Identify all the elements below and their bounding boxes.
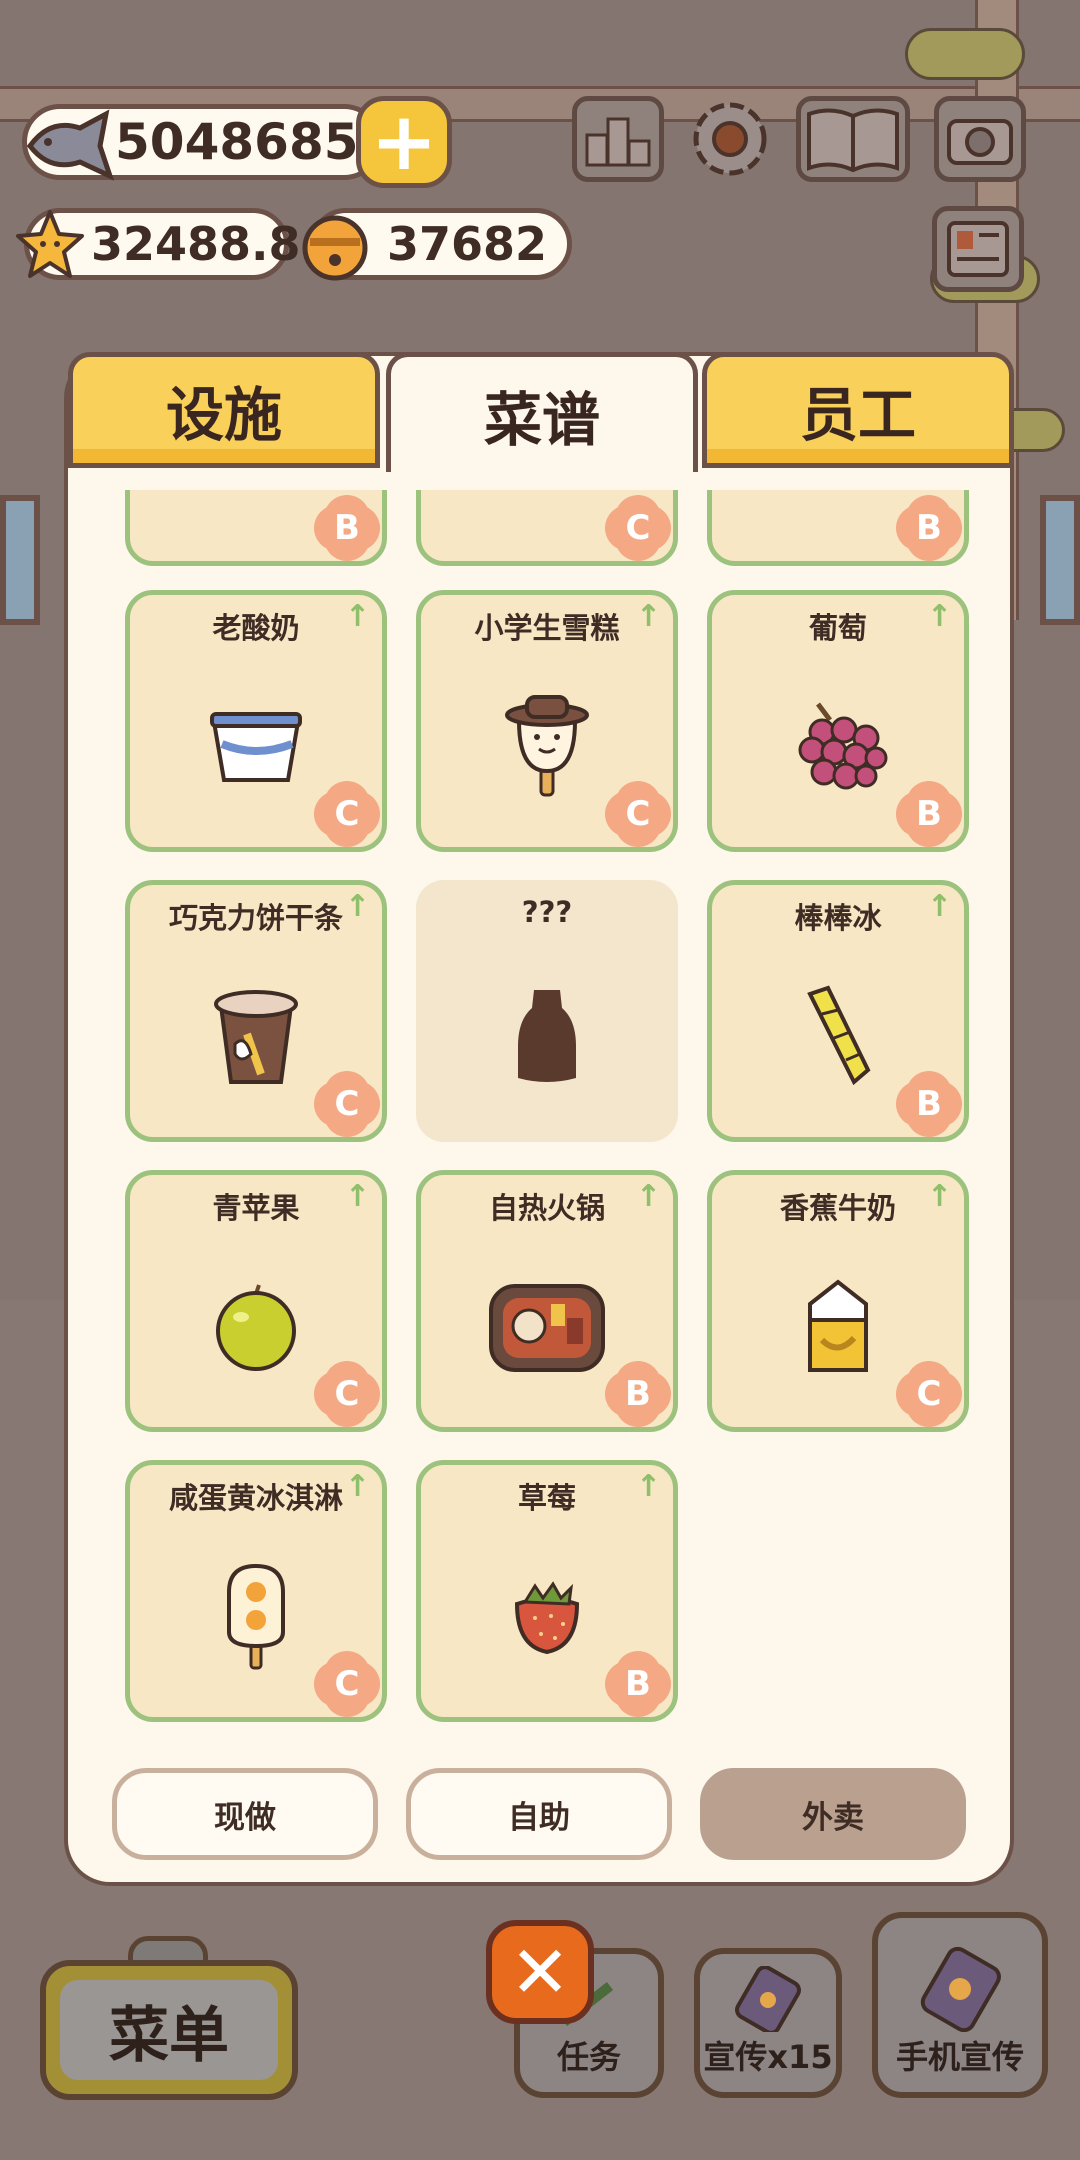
recipe-card[interactable]: 自热火锅 ↑ B — [416, 1170, 678, 1432]
grape-icon — [798, 702, 888, 790]
tab-recipes[interactable]: 菜谱 — [386, 352, 698, 472]
tab-label: 设施 — [165, 381, 282, 449]
grade-badge: B — [902, 501, 956, 555]
popsicle-face-icon — [505, 695, 589, 797]
chocolate-stick-icon — [214, 990, 298, 1085]
grade-badge: C — [611, 787, 665, 841]
background-window — [1040, 495, 1080, 625]
tab-facilities[interactable]: 设施 — [68, 352, 380, 468]
phone-promo-button[interactable]: 手机宣传 — [872, 1912, 1048, 2098]
plus-icon: + — [370, 95, 438, 188]
filter-label: 现做 — [214, 1799, 276, 1836]
close-button[interactable]: ✕ — [486, 1920, 594, 2024]
tab-label: 菜谱 — [483, 385, 600, 454]
background-vine — [905, 28, 1025, 80]
recipe-card[interactable]: B — [707, 490, 969, 566]
menu-button[interactable]: 菜单 — [40, 1960, 298, 2100]
upgrade-arrow-icon: ↑ — [344, 599, 370, 634]
recipe-card[interactable]: 草莓 ↑ B — [416, 1460, 678, 1722]
upgrade-arrow-icon: ↑ — [635, 599, 661, 634]
upgrade-arrow-icon: ↑ — [635, 1179, 661, 1214]
tab-staff[interactable]: 员工 — [702, 352, 1014, 468]
background-window — [0, 495, 40, 625]
filter-dine-in-button[interactable]: 现做 — [112, 1768, 378, 1860]
grade-badge: B — [320, 501, 374, 555]
grade-badge: B — [902, 787, 956, 841]
recipe-card[interactable]: 老酸奶 ↑ C — [125, 590, 387, 852]
hotpot-icon — [489, 1284, 605, 1373]
phone-promo-label: 手机宣传 — [895, 2038, 1024, 2076]
recipe-card-locked[interactable]: ??? — [416, 880, 678, 1142]
promo-button[interactable]: 宣传x15 — [694, 1948, 842, 2098]
grade-badge: C — [320, 1367, 374, 1421]
camera-button[interactable] — [934, 96, 1026, 182]
tab-label: 员工 — [799, 381, 916, 449]
recipe-card[interactable]: 小学生雪糕 ↑ C — [416, 590, 678, 852]
strawberry-icon — [514, 1581, 580, 1655]
star-count: 32488.8 — [91, 217, 301, 271]
recipe-card[interactable]: 香蕉牛奶 ↑ C — [707, 1170, 969, 1432]
filter-label: 自助 — [508, 1799, 570, 1836]
recipe-grid[interactable]: B C B 老酸奶 ↑ C 小学生雪糕 ↑ C 葡萄 ↑ B 巧克力饼干条 ↑ … — [68, 490, 1010, 1740]
grade-badge: B — [611, 1367, 665, 1421]
menu-label: 菜单 — [60, 1980, 278, 2080]
add-fish-button[interactable]: + — [356, 96, 452, 188]
grade-badge: B — [902, 1077, 956, 1131]
grade-badge: C — [320, 1657, 374, 1711]
bell-icon — [302, 215, 368, 281]
grade-badge: C — [320, 1077, 374, 1131]
upgrade-arrow-icon: ↑ — [635, 1469, 661, 1504]
ranking-icon — [585, 117, 651, 167]
upgrade-arrow-icon: ↑ — [926, 599, 952, 634]
task-label: 任务 — [556, 2038, 621, 2076]
ice-pop-icon — [807, 985, 871, 1086]
banana-milk-icon — [808, 1279, 868, 1373]
recipe-card[interactable]: 青苹果 ↑ C — [125, 1170, 387, 1432]
upgrade-arrow-icon: ↑ — [926, 1179, 952, 1214]
recipe-card[interactable]: 葡萄 ↑ B — [707, 590, 969, 852]
upgrade-arrow-icon: ↑ — [344, 1469, 370, 1504]
grade-badge: B — [611, 1657, 665, 1711]
fish-icon — [26, 109, 115, 181]
ranking-button[interactable] — [572, 96, 664, 182]
bell-count: 37682 — [387, 217, 548, 271]
close-icon: ✕ — [509, 1930, 571, 2014]
camera-icon — [947, 119, 1013, 165]
recipe-name: ??? — [521, 895, 573, 929]
recipe-book-icon — [807, 108, 899, 173]
yogurt-icon — [210, 712, 302, 783]
recipe-card[interactable]: 咸蛋黄冰淇淋 ↑ C — [125, 1460, 387, 1722]
recipe-card[interactable]: B — [125, 490, 387, 566]
locked-silhouette-icon — [518, 990, 576, 1083]
egg-yolk-icecream-icon — [227, 1564, 285, 1670]
grade-badge: C — [320, 787, 374, 841]
fish-count: 5048685 — [115, 113, 359, 171]
recipe-book-button[interactable] — [796, 96, 910, 182]
grade-badge: C — [902, 1367, 956, 1421]
settings-button[interactable] — [684, 96, 776, 182]
filter-takeout-button[interactable]: 外卖 — [700, 1768, 966, 1860]
recipe-card[interactable]: C — [416, 490, 678, 566]
newspaper-button[interactable] — [932, 206, 1024, 292]
star-icon — [16, 210, 84, 278]
green-apple-icon — [216, 1284, 296, 1372]
grade-badge: C — [611, 501, 665, 555]
upgrade-arrow-icon: ↑ — [344, 1179, 370, 1214]
promo-label: 宣传x15 — [703, 2038, 833, 2076]
recipe-card[interactable]: 巧克力饼干条 ↑ C — [125, 880, 387, 1142]
upgrade-arrow-icon: ↑ — [926, 889, 952, 924]
phone-promo-icon — [920, 1946, 1001, 2032]
promo-phone-icon — [735, 1966, 801, 2032]
upgrade-arrow-icon: ↑ — [344, 889, 370, 924]
filter-label: 外卖 — [802, 1799, 864, 1836]
gear-icon — [693, 102, 767, 176]
newspaper-icon — [947, 221, 1009, 277]
filter-self-service-button[interactable]: 自助 — [406, 1768, 672, 1860]
recipe-card[interactable]: 棒棒冰 ↑ B — [707, 880, 969, 1142]
